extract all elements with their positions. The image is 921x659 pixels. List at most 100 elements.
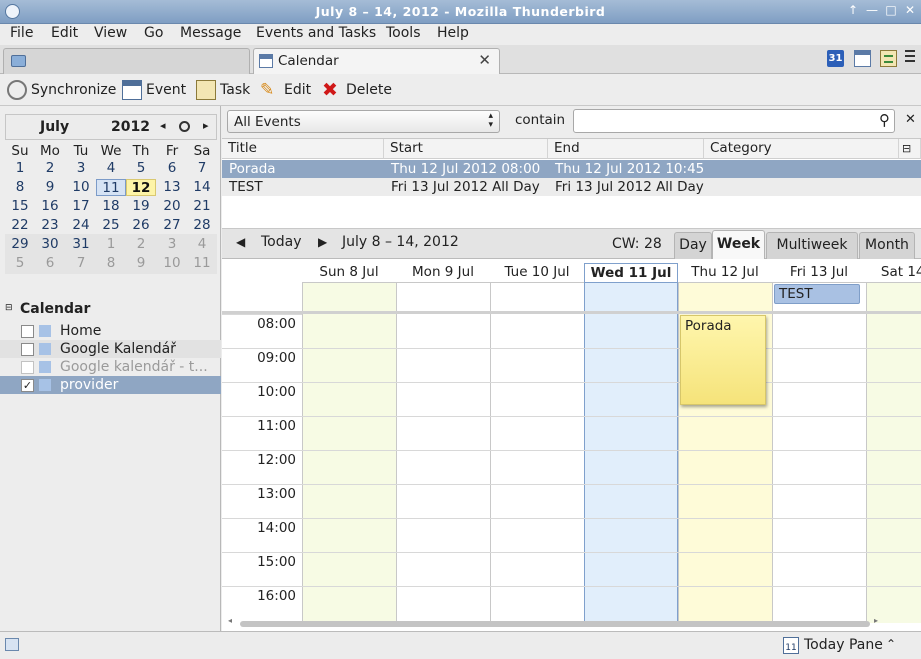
prev-week-icon[interactable]: ◀ [236,235,245,249]
minimonth-day[interactable]: 20 [157,198,187,215]
day-column[interactable] [396,263,490,623]
event-porada[interactable]: Porada [680,315,766,405]
day-column[interactable] [302,263,396,623]
minimonth-day[interactable]: 5 [126,160,156,177]
today-pane-toggle[interactable]: Today Pane [804,637,883,653]
calendar-checkbox[interactable] [21,325,34,338]
minimonth-day[interactable]: 26 [126,217,156,234]
scrollbar-thumb[interactable] [240,621,870,627]
view-tab-month[interactable]: Month [859,232,915,259]
minimonth-day[interactable]: 22 [5,217,35,234]
minimonth-day[interactable]: 28 [187,217,217,234]
new-task-button[interactable]: Task [196,79,250,101]
minimonth-day[interactable]: 17 [66,198,96,215]
minimonth-today-icon[interactable] [179,121,190,132]
minimonth-day[interactable]: 2 [126,236,156,253]
table-row[interactable]: TEST Fri 13 Jul 2012 All Day Fri 13 Jul … [222,178,921,196]
calendar-mode-icon[interactable] [854,50,871,67]
menu-edit[interactable]: Edit [51,25,78,41]
calendar-day-icon[interactable]: 31 [827,50,844,67]
calendar-item[interactable]: ✓ provider [0,376,221,394]
minimonth-day[interactable]: 9 [126,255,156,272]
day-header[interactable]: Wed 11 Jul [584,263,678,283]
minimonth-day[interactable]: 4 [96,160,126,177]
calendar-list-collapse-icon[interactable]: ⊟ [5,303,13,313]
task-mode-icon[interactable] [880,50,897,67]
minimonth-day[interactable]: 27 [157,217,187,234]
minimonth-day[interactable]: 29 [5,236,35,253]
minimonth-day[interactable]: 5 [5,255,35,272]
offline-status-icon[interactable] [5,638,19,651]
menu-message[interactable]: Message [180,25,241,41]
minimonth-day[interactable]: 23 [35,217,65,234]
column-picker-icon[interactable]: ⊟ [899,139,921,159]
minimonth-day[interactable]: 9 [35,179,65,196]
menu-tools[interactable]: Tools [386,25,421,41]
minimonth-day[interactable]: 12 [126,179,156,196]
day-header[interactable]: Fri 13 Jul [772,263,866,283]
scroll-right-icon[interactable]: ▸ [874,616,878,625]
event-filter-select[interactable]: All Events ▴ ▾ [227,110,500,133]
day-header[interactable]: Sun 8 Jul [302,263,396,283]
close-filter-icon[interactable]: ✕ [905,112,916,127]
delete-button[interactable]: ✖ Delete [322,79,392,101]
calendar-item[interactable]: Google kalendář - t... [0,358,221,376]
day-header[interactable]: Tue 10 Jul [490,263,584,283]
minimonth-day[interactable]: 31 [66,236,96,253]
tab-calendar[interactable]: Calendar ✕ [253,48,500,74]
horizontal-scrollbar[interactable]: ◂ ▸ [228,616,884,629]
minimonth-day[interactable]: 21 [187,198,217,215]
close-tab-icon[interactable]: ✕ [478,51,491,69]
minimonth-day[interactable]: 6 [157,160,187,177]
minimonth-year[interactable]: 2012 [111,119,150,135]
minimonth-day[interactable]: 7 [66,255,96,272]
minimonth-day[interactable]: 13 [157,179,187,196]
minimonth-day[interactable]: 15 [5,198,35,215]
app-menu-icon[interactable] [905,50,915,66]
day-column[interactable] [866,263,921,623]
minimonth-day[interactable]: 3 [66,160,96,177]
year-next-icon[interactable]: ▸ [203,119,209,132]
col-start[interactable]: Start [384,139,548,159]
minimonth-day[interactable]: 8 [5,179,35,196]
next-week-icon[interactable]: ▶ [318,235,327,249]
tab-mail-folder[interactable] [3,48,250,74]
menu-file[interactable]: File [10,25,33,41]
window-close-icon[interactable]: ✕ [902,3,918,17]
day-header[interactable]: Sat 14 Jul [866,263,921,283]
minimonth-day[interactable]: 24 [66,217,96,234]
minimonth-day[interactable]: 10 [66,179,96,196]
minimonth-day[interactable]: 19 [126,198,156,215]
menu-view[interactable]: View [94,25,127,41]
minimonth-day[interactable]: 2 [35,160,65,177]
menu-events-and-tasks[interactable]: Events and Tasks [256,25,376,41]
view-tab-multiweek[interactable]: Multiweek [766,232,858,259]
minimonth-day[interactable]: 11 [187,255,217,272]
minimonth-month[interactable]: July [40,119,69,135]
scroll-left-icon[interactable]: ◂ [228,616,232,625]
minimonth-day[interactable]: 30 [35,236,65,253]
search-input[interactable] [578,111,868,131]
calendar-item[interactable]: Google Kalendář [0,340,221,358]
calendar-item[interactable]: Home [0,322,221,340]
day-header[interactable]: Thu 12 Jul [678,263,772,283]
col-title[interactable]: Title [222,139,384,159]
search-field[interactable]: ⚲ [573,109,895,133]
minimonth-day[interactable]: 8 [96,255,126,272]
chevron-up-icon[interactable]: ⌃ [886,637,896,651]
window-restore-icon[interactable]: □ [883,3,899,17]
synchronize-button[interactable]: Synchronize [7,79,116,101]
search-icon[interactable]: ⚲ [879,111,890,129]
minimonth-day[interactable]: 1 [96,236,126,253]
minimonth-day[interactable]: 18 [96,198,126,215]
calendar-checkbox[interactable]: ✓ [21,379,34,392]
day-header[interactable]: Mon 9 Jul [396,263,490,283]
calendar-checkbox[interactable] [21,343,34,356]
minimonth-day[interactable]: 11 [96,179,126,196]
calendar-checkbox[interactable] [21,361,34,374]
table-row[interactable]: Porada Thu 12 Jul 2012 08:00 Thu 12 Jul … [222,160,921,178]
today-button[interactable]: Today [261,234,302,250]
day-column[interactable] [772,263,866,623]
view-tab-week[interactable]: Week [712,230,765,259]
window-minimize-icon[interactable]: — [864,3,880,17]
